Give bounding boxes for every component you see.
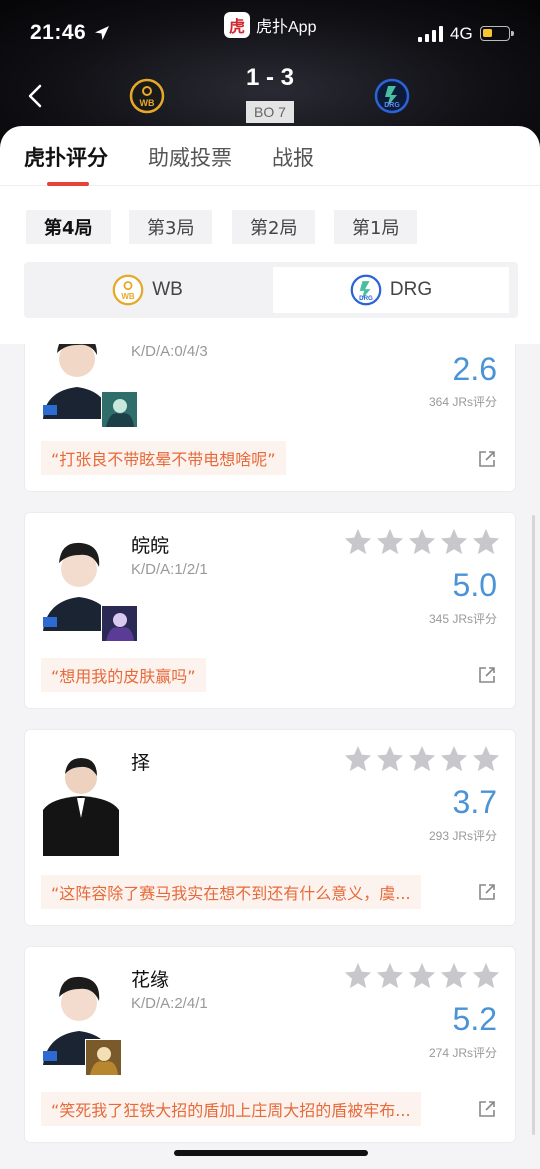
svg-text:WB: WB [140, 98, 155, 108]
star-icon[interactable] [375, 961, 405, 991]
top-comment[interactable]: “笑死我了狂铁大招的盾加上庄周大招的盾被牢布... [41, 1092, 421, 1126]
match-score: 1 - 3 [245, 64, 295, 91]
rating-stars[interactable] [343, 527, 501, 557]
svg-text:WB: WB [122, 292, 136, 301]
player-name: 皖皖 [131, 535, 170, 557]
player-rating: 3.7 [452, 784, 497, 820]
player-kda: K/D/A:2/4/1 [131, 995, 208, 1012]
player-name: 择 [131, 752, 151, 774]
share-icon[interactable] [477, 449, 497, 469]
drg-team-logo-icon[interactable]: DRG [374, 78, 410, 114]
active-tab-indicator [47, 182, 89, 186]
star-icon[interactable] [439, 527, 469, 557]
cellular-signal-icon [418, 26, 443, 42]
star-icon[interactable] [407, 527, 437, 557]
star-icon[interactable] [375, 527, 405, 557]
svg-text:DRG: DRG [359, 295, 373, 302]
star-icon[interactable] [375, 744, 405, 774]
top-comment[interactable]: “打张良不带眩晕不带电想啥呢” [41, 441, 286, 475]
star-icon[interactable] [471, 961, 501, 991]
rating-stars[interactable] [343, 744, 501, 774]
player-name: 花缘 [131, 969, 170, 991]
game-4-chip[interactable]: 第4局 [26, 210, 111, 244]
star-icon[interactable] [471, 744, 501, 774]
team-option-label: WB [152, 279, 183, 300]
player-card[interactable]: 皖皖 K/D/A:1/2/1 5.0 345 JRs评分 “想用我的皮肤赢吗” [24, 512, 516, 709]
game-selector: 第4局 第3局 第2局 第1局 [0, 210, 540, 244]
top-comment[interactable]: “想用我的皮肤赢吗” [41, 658, 206, 692]
share-icon[interactable] [477, 882, 497, 902]
player-card[interactable]: K/D/A:0/4/3 2.6 364 JRs评分 “打张良不带眩晕不带电想啥呢… [24, 319, 516, 492]
network-type: 4G [450, 24, 473, 43]
player-kda: K/D/A:1/2/1 [131, 561, 208, 578]
player-card[interactable]: 花缘 K/D/A:2/4/1 5.2 274 JRs评分 “笑死我了狂铁大招的盾… [24, 946, 516, 1143]
location-arrow-icon [95, 26, 109, 40]
hero-thumbnail [85, 1039, 123, 1077]
panel-bottom-mask [0, 318, 540, 344]
scrollbar[interactable] [532, 515, 535, 1135]
star-icon[interactable] [407, 744, 437, 774]
share-icon[interactable] [477, 1099, 497, 1119]
game-1-chip[interactable]: 第1局 [334, 210, 418, 244]
tab-match-report[interactable]: 战报 [272, 142, 314, 172]
svg-text:DRG: DRG [384, 102, 400, 109]
player-avatar [41, 748, 123, 856]
series-format-badge: BO 7 [246, 101, 294, 123]
player-vote-count: 293 JRs评分 [428, 829, 497, 843]
star-icon[interactable] [439, 961, 469, 991]
star-icon[interactable] [407, 961, 437, 991]
tab-bar: 虎扑评分 助威投票 战报 [0, 126, 540, 186]
wb-team-logo-icon: WB [112, 274, 144, 306]
player-vote-count: 274 JRs评分 [428, 1046, 497, 1060]
game-3-chip[interactable]: 第3局 [129, 210, 213, 244]
player-rating: 2.6 [452, 351, 497, 387]
share-icon[interactable] [477, 665, 497, 685]
team-switch: WB WB DRG DRG [24, 262, 518, 318]
rating-panel: 虎扑评分 助威投票 战报 第4局 第3局 第2局 第1局 WB WB DRG D… [0, 126, 540, 344]
top-comment[interactable]: “这阵容除了赛马我实在想不到还有什么意义，虞... [41, 875, 421, 909]
star-icon[interactable] [343, 527, 373, 557]
game-2-chip[interactable]: 第2局 [232, 210, 316, 244]
player-vote-count: 345 JRs评分 [428, 612, 497, 626]
team-option-wb[interactable]: WB WB [24, 267, 271, 313]
player-rating: 5.2 [452, 1001, 497, 1037]
home-indicator[interactable] [174, 1150, 368, 1156]
team-option-drg[interactable]: DRG DRG [273, 267, 509, 313]
player-card[interactable]: 择 3.7 293 JRs评分 “这阵容除了赛马我实在想不到还有什么意义，虞..… [24, 729, 516, 926]
star-icon[interactable] [439, 744, 469, 774]
hupu-logo-icon: 虎 [224, 12, 250, 38]
app-badge[interactable]: 虎 虎扑App [224, 12, 316, 38]
tab-hupu-rating[interactable]: 虎扑评分 [24, 142, 108, 172]
drg-team-logo-icon: DRG [350, 274, 382, 306]
player-vote-count: 364 JRs评分 [428, 395, 497, 409]
tab-cheer-vote[interactable]: 助威投票 [148, 142, 232, 172]
star-icon[interactable] [343, 961, 373, 991]
star-icon[interactable] [471, 527, 501, 557]
status-bar: 21:46 虎 虎扑App 4G [0, 0, 540, 64]
team-option-label: DRG [389, 279, 433, 300]
rating-stars[interactable] [343, 961, 501, 991]
player-rating: 5.0 [452, 567, 497, 603]
battery-icon [480, 26, 514, 41]
player-kda: K/D/A:0/4/3 [131, 343, 208, 360]
status-time: 21:46 [30, 21, 87, 44]
app-name: 虎扑App [256, 19, 317, 36]
hero-thumbnail [101, 391, 139, 429]
star-icon[interactable] [343, 744, 373, 774]
hero-thumbnail [101, 605, 139, 643]
